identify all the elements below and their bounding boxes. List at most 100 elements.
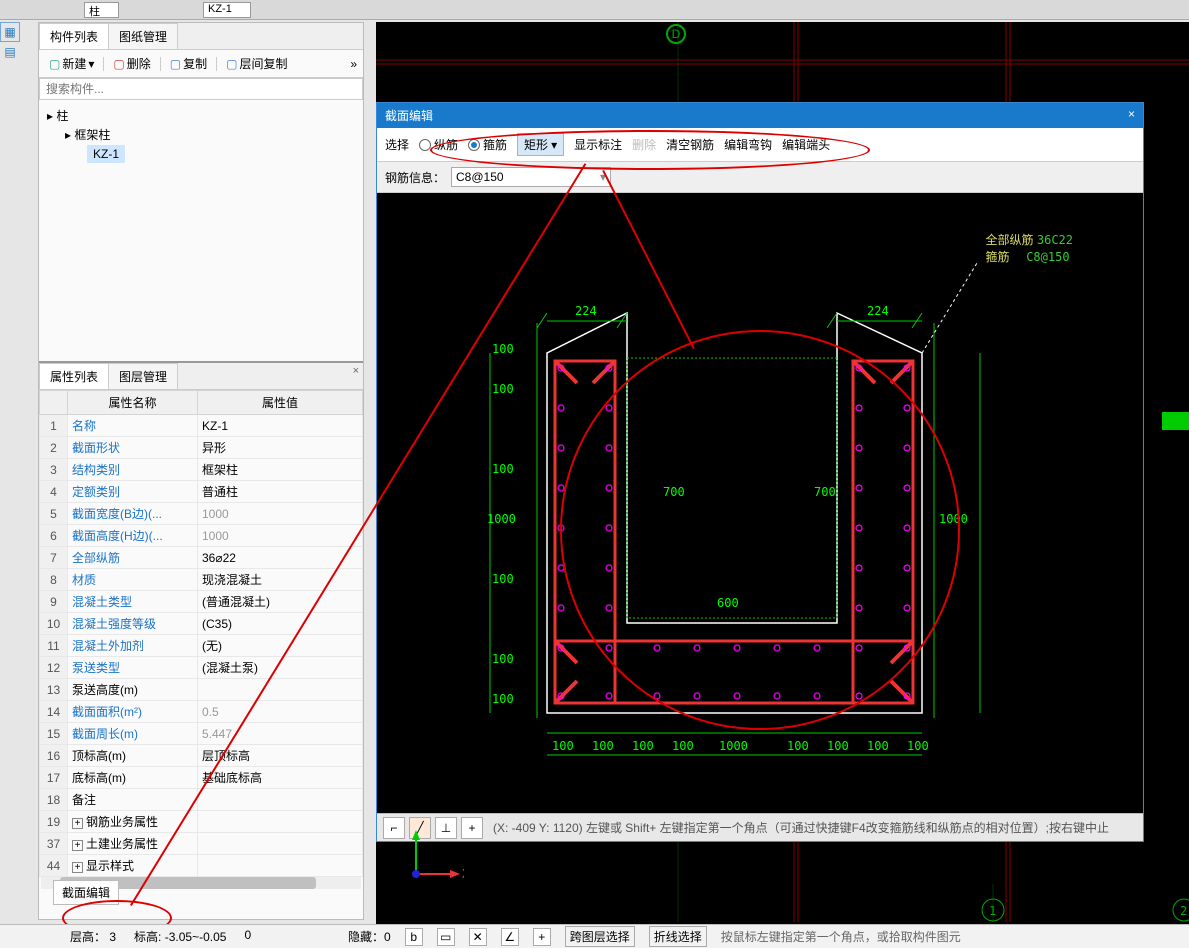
drawing-canvas[interactable]: 1 2 D 截面编辑 × 选择 纵筋 箍筋 矩形▾ 显示标注 删除 清空钢筋 编… xyxy=(376,22,1189,924)
editor-toolbar: 选择 纵筋 箍筋 矩形▾ 显示标注 删除 清空钢筋 编辑弯钩 编辑端头 xyxy=(377,128,1143,162)
editor-delete-button: 删除 xyxy=(632,136,656,153)
clear-rebar-button[interactable]: 清空钢筋 xyxy=(666,136,714,153)
type-select[interactable]: 柱 xyxy=(84,2,119,18)
tree-selected-item[interactable]: KZ-1 xyxy=(87,145,125,163)
edit-end-button[interactable]: 编辑端头 xyxy=(782,136,830,153)
section-editor-window: 截面编辑 × 选择 纵筋 箍筋 矩形▾ 显示标注 删除 清空钢筋 编辑弯钩 编辑… xyxy=(376,102,1144,842)
status-icon-3[interactable]: ✕ xyxy=(469,928,487,946)
prop-tabs: 属性列表 图层管理 xyxy=(39,363,363,390)
property-row[interactable]: 44+显示样式 xyxy=(40,855,363,877)
col-name: 属性名称 xyxy=(68,391,198,415)
svg-text:1000: 1000 xyxy=(487,512,516,526)
property-row[interactable]: 14截面面积(m²)0.5 xyxy=(40,701,363,723)
chevron-down-icon[interactable]: ▾ xyxy=(600,170,606,184)
panel-tabs: 构件列表 图纸管理 xyxy=(39,23,363,50)
svg-text:100: 100 xyxy=(492,342,514,356)
editor-close-icon[interactable]: × xyxy=(1128,107,1135,124)
shape-rect-button[interactable]: 矩形▾ xyxy=(517,133,564,156)
polyline-select[interactable]: 折线选择 xyxy=(649,926,707,947)
tab-component-list[interactable]: 构件列表 xyxy=(39,23,109,49)
svg-text:100: 100 xyxy=(552,739,574,753)
left-icon-column: ▦ ▤ xyxy=(0,22,38,46)
status-icon-2[interactable]: ▭ xyxy=(437,928,455,946)
svg-text:100: 100 xyxy=(592,739,614,753)
tab-properties[interactable]: 属性列表 xyxy=(39,363,109,389)
member-select[interactable]: KZ-1 xyxy=(203,2,251,18)
toolbar-more-icon[interactable]: » xyxy=(350,57,357,71)
delete-button[interactable]: ▢删除 xyxy=(109,53,154,74)
svg-text:100: 100 xyxy=(632,739,654,753)
property-row[interactable]: 11混凝土外加剂(无) xyxy=(40,635,363,657)
status-icon-4[interactable]: ∠ xyxy=(501,928,519,946)
top-bar: 柱 KZ-1 xyxy=(0,0,1189,20)
property-row[interactable]: 16顶标高(m)层顶标高 xyxy=(40,745,363,767)
property-row[interactable]: 13泵送高度(m) xyxy=(40,679,363,701)
property-row[interactable]: 4定额类别普通柱 xyxy=(40,481,363,503)
grid-label-d: D xyxy=(666,24,686,44)
status-icon-5[interactable]: + xyxy=(533,928,551,946)
property-row[interactable]: 12泵送类型(混凝土泵) xyxy=(40,657,363,679)
radio-zongjin[interactable]: 纵筋 xyxy=(419,136,458,153)
property-row[interactable]: 19+钢筋业务属性 xyxy=(40,811,363,833)
view-icon-1[interactable]: ▦ xyxy=(0,22,20,42)
svg-text:100: 100 xyxy=(492,462,514,476)
close-icon[interactable]: × xyxy=(353,365,359,377)
status-bar: 层高： 3 标高: -3.05~-0.05 0 隐藏：0 b ▭ ✕ ∠ + 跨… xyxy=(0,924,1189,948)
svg-text:100: 100 xyxy=(492,652,514,666)
component-tree[interactable]: ▸ 柱 ▸ 框架柱 KZ-1 xyxy=(39,100,363,170)
property-row[interactable]: 7全部纵筋36⌀22 xyxy=(40,547,363,569)
new-button[interactable]: ▢新建 ▾ xyxy=(45,53,98,74)
property-row[interactable]: 9混凝土类型(普通混凝土) xyxy=(40,591,363,613)
chevron-down-icon: ▾ xyxy=(551,138,557,152)
property-panel: × 属性列表 图层管理 属性名称属性值 1名称KZ-12截面形状异形3结构类别框… xyxy=(39,361,363,919)
editor-bottom-toolbar: ⌐ ╱ ⊥ + (X: -409 Y: 1120) 左键或 Shift+ 左键指… xyxy=(377,813,1143,841)
view-icon-2[interactable]: ▤ xyxy=(0,42,20,62)
show-dim-button[interactable]: 显示标注 xyxy=(574,136,622,153)
radio-gujin[interactable]: 箍筋 xyxy=(468,136,507,153)
property-row[interactable]: 10混凝土强度等级(C35) xyxy=(40,613,363,635)
rebar-info-bar: 钢筋信息： C8@150▾ xyxy=(377,162,1143,193)
property-table: 属性名称属性值 1名称KZ-12截面形状异形3结构类别框架柱4定额类别普通柱5截… xyxy=(39,390,363,877)
layer-copy-button[interactable]: ▢层间复制 xyxy=(222,53,291,74)
rebar-info-input[interactable]: C8@150▾ xyxy=(451,167,611,187)
editor-titlebar[interactable]: 截面编辑 × xyxy=(377,103,1143,128)
property-row[interactable]: 8材质现浇混凝土 xyxy=(40,569,363,591)
svg-text:100: 100 xyxy=(867,739,889,753)
svg-text:700: 700 xyxy=(814,485,836,499)
cross-layer-select[interactable]: 跨图层选择 xyxy=(565,926,635,947)
svg-text:100: 100 xyxy=(907,739,929,753)
search-input[interactable] xyxy=(39,78,363,100)
tab-drawing-mgmt[interactable]: 图纸管理 xyxy=(108,23,178,49)
svg-text:X: X xyxy=(462,867,464,881)
select-tool[interactable]: 选择 xyxy=(385,136,409,153)
axis-indicator: X xyxy=(404,826,464,886)
property-row[interactable]: 5截面宽度(B边)(...1000 xyxy=(40,503,363,525)
property-row[interactable]: 37+土建业务属性 xyxy=(40,833,363,855)
left-panel: 构件列表 图纸管理 ▢新建 ▾ ▢删除 ▢复制 ▢层间复制 » ▸ 柱 ▸ 框架… xyxy=(38,22,364,920)
property-row[interactable]: 15截面周长(m)5.447 xyxy=(40,723,363,745)
tool-icon-4[interactable]: + xyxy=(461,817,483,839)
svg-text:100: 100 xyxy=(827,739,849,753)
tool-icon-1[interactable]: ⌐ xyxy=(383,817,405,839)
section-edit-button[interactable]: 截面编辑 xyxy=(53,880,119,905)
editor-hint-text: (X: -409 Y: 1120) 左键或 Shift+ 左键指定第一个角点（可… xyxy=(493,819,1109,836)
tab-layer-mgmt[interactable]: 图层管理 xyxy=(108,363,178,389)
svg-text:100: 100 xyxy=(672,739,694,753)
status-icon-1[interactable]: b xyxy=(405,928,423,946)
copy-button[interactable]: ▢复制 xyxy=(166,53,211,74)
svg-text:1000: 1000 xyxy=(719,739,748,753)
svg-text:100: 100 xyxy=(787,739,809,753)
property-row[interactable]: 1名称KZ-1 xyxy=(40,415,363,437)
edit-hook-button[interactable]: 编辑弯钩 xyxy=(724,136,772,153)
svg-text:1000: 1000 xyxy=(939,512,968,526)
property-row[interactable]: 3结构类别框架柱 xyxy=(40,459,363,481)
editor-canvas[interactable]: 全部纵筋 36C22 箍筋 C8@150 xyxy=(377,193,1143,827)
svg-text:1: 1 xyxy=(989,904,996,918)
property-row[interactable]: 2截面形状异形 xyxy=(40,437,363,459)
property-row[interactable]: 17底标高(m)基础底标高 xyxy=(40,767,363,789)
property-row[interactable]: 18备注 xyxy=(40,789,363,811)
status-hint: 按鼠标左键指定第一个角点，或拾取构件图元 xyxy=(721,928,961,945)
svg-text:224: 224 xyxy=(575,304,597,318)
property-row[interactable]: 6截面高度(H边)(...1000 xyxy=(40,525,363,547)
svg-text:100: 100 xyxy=(492,572,514,586)
